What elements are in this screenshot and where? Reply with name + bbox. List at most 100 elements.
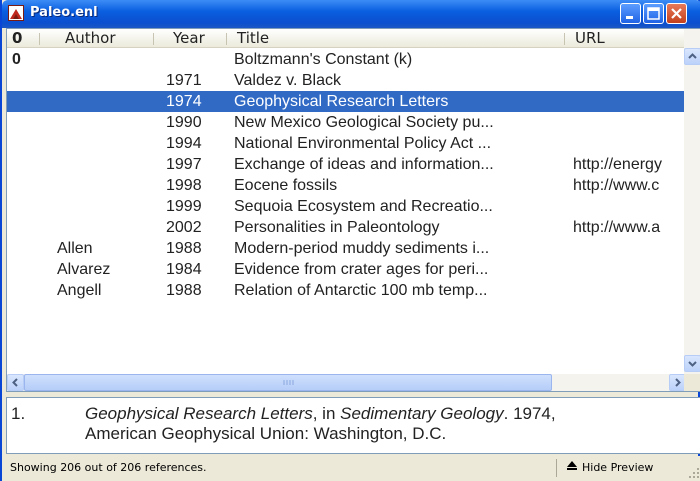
table-row[interactable]: Angell 1988 Relation of Antarctic 100 mb t… <box>7 280 686 301</box>
url-cell: http://www.c <box>573 177 660 194</box>
author-cell: Angell <box>57 282 102 299</box>
scroll-left-button[interactable] <box>7 374 24 391</box>
url-cell <box>573 113 686 133</box>
column-divider[interactable] <box>39 33 40 45</box>
status-divider <box>556 459 557 477</box>
year-cell: 1988 <box>166 240 202 257</box>
year-column-header[interactable]: Year <box>173 29 205 47</box>
status-bar: Showing 206 out of 206 references. Hide … <box>2 456 700 481</box>
minimize-button[interactable] <box>620 3 641 24</box>
preview-year: . 1974, <box>503 404 556 423</box>
attachment-cell <box>12 134 26 154</box>
title-cell: Exchange of ideas and information... <box>234 156 494 173</box>
url-cell <box>573 281 686 301</box>
maximize-icon <box>647 7 660 20</box>
attachment-cell: 0 <box>12 51 21 68</box>
attachment-cell <box>12 197 26 217</box>
reference-library-window: Paleo.enl 0 Author Year Title URL 0 Boltz… <box>0 0 700 481</box>
url-cell: http://www.a <box>573 219 661 236</box>
year-cell: 1999 <box>166 198 202 215</box>
status-count: Showing 206 out of 206 references. <box>10 461 207 474</box>
arrow-up-icon <box>567 461 577 470</box>
author-cell <box>57 155 147 175</box>
attachment-column-header[interactable]: 0 <box>12 29 22 47</box>
title-cell: Relation of Antarctic 100 mb temp... <box>234 282 488 299</box>
arrow-left-icon <box>12 378 18 387</box>
url-cell <box>573 134 686 154</box>
title-column-header[interactable]: Title <box>237 29 269 47</box>
author-cell: Allen <box>57 240 93 257</box>
horizontal-scroll-thumb[interactable] <box>24 374 552 391</box>
attachment-cell <box>12 260 26 280</box>
url-cell: http://energy <box>573 156 662 173</box>
table-row[interactable]: 1994 National Environmental Policy Act ..… <box>7 133 686 154</box>
preview-book: Sedimentary Geology <box>340 404 504 423</box>
author-cell: Alvarez <box>57 261 111 278</box>
table-row[interactable]: Allen 1988 Modern-period muddy sediments i… <box>7 238 686 259</box>
preview-citation: Geophysical Research Letters, in Sedimen… <box>85 404 685 444</box>
author-cell <box>57 197 147 217</box>
author-cell <box>57 134 147 154</box>
table-row[interactable]: 1971 Valdez v. Black <box>7 70 686 91</box>
url-column-header[interactable]: URL <box>575 29 605 47</box>
column-divider[interactable] <box>564 33 565 45</box>
table-row[interactable]: 1974 Geophysical Research Letters <box>7 91 686 112</box>
attachment-cell <box>12 155 26 175</box>
minimize-icon <box>626 16 633 19</box>
table-row[interactable]: 1998 Eocene fossils http://www.c <box>7 175 686 196</box>
horizontal-scrollbar[interactable] <box>7 374 686 391</box>
title-bar[interactable]: Paleo.enl <box>2 0 700 28</box>
hide-preview-button[interactable]: Hide Preview <box>566 459 653 477</box>
preview-publisher: American Geophysical Union: Washington, … <box>85 424 447 443</box>
table-row[interactable]: 1999 Sequoia Ecosystem and Recreatio... <box>7 196 686 217</box>
title-cell: New Mexico Geological Society pu... <box>234 114 494 131</box>
url-cell <box>573 260 686 280</box>
table-row[interactable]: Alvarez 1984 Evidence from crater ages for… <box>7 259 686 280</box>
table-row[interactable]: 1997 Exchange of ideas and information...… <box>7 154 686 175</box>
url-cell <box>573 50 686 70</box>
title-cell: Sequoia Ecosystem and Recreatio... <box>234 198 493 215</box>
attachment-cell <box>12 218 26 238</box>
close-button[interactable] <box>666 3 687 24</box>
maximize-button[interactable] <box>643 3 664 24</box>
year-cell: 1997 <box>166 156 202 173</box>
title-cell: Valdez v. Black <box>234 72 342 89</box>
table-row[interactable]: 1990 New Mexico Geological Society pu... <box>7 112 686 133</box>
author-column-header[interactable]: Author <box>65 29 116 47</box>
year-cell: 1990 <box>166 114 202 131</box>
url-cell <box>573 71 686 91</box>
year-cell: 1984 <box>166 261 202 278</box>
column-divider[interactable] <box>226 33 227 45</box>
attachment-cell <box>12 281 26 301</box>
table-row[interactable]: 0 Boltzmann's Constant (k) <box>7 49 686 70</box>
title-cell: National Environmental Policy Act ... <box>234 135 492 152</box>
attachment-cell <box>12 113 26 133</box>
attachment-cell <box>12 71 26 91</box>
author-cell <box>57 176 147 196</box>
scroll-up-button[interactable] <box>684 48 700 65</box>
vertical-scrollbar[interactable] <box>684 29 700 374</box>
title-cell: Geophysical Research Letters <box>234 93 449 110</box>
resize-grip-icon[interactable] <box>688 467 700 479</box>
year-cell: 1988 <box>166 282 202 299</box>
url-cell <box>573 92 686 112</box>
hide-preview-label: Hide Preview <box>582 461 654 474</box>
scroll-down-button[interactable] <box>684 355 700 372</box>
author-cell <box>57 71 147 91</box>
author-cell <box>57 50 147 70</box>
url-cell <box>573 239 686 259</box>
reference-list[interactable]: 0 Author Year Title URL 0 Boltzmann's Con… <box>6 28 700 392</box>
title-cell: Personalities in Paleontology <box>234 219 440 236</box>
column-divider[interactable] <box>153 33 154 45</box>
arrow-up-icon <box>688 53 697 59</box>
reference-preview: 1. Geophysical Research Letters, in Sedi… <box>6 397 700 454</box>
window-title: Paleo.enl <box>30 5 98 20</box>
table-row[interactable]: 2002 Personalities in Paleontology http://… <box>7 217 686 238</box>
url-cell <box>573 197 686 217</box>
arrow-right-icon <box>675 378 681 387</box>
attachment-cell <box>12 92 26 112</box>
year-cell: 2002 <box>166 219 202 236</box>
preview-in-word: , in <box>312 404 341 423</box>
close-icon <box>671 8 682 19</box>
grip-icon <box>283 380 294 385</box>
